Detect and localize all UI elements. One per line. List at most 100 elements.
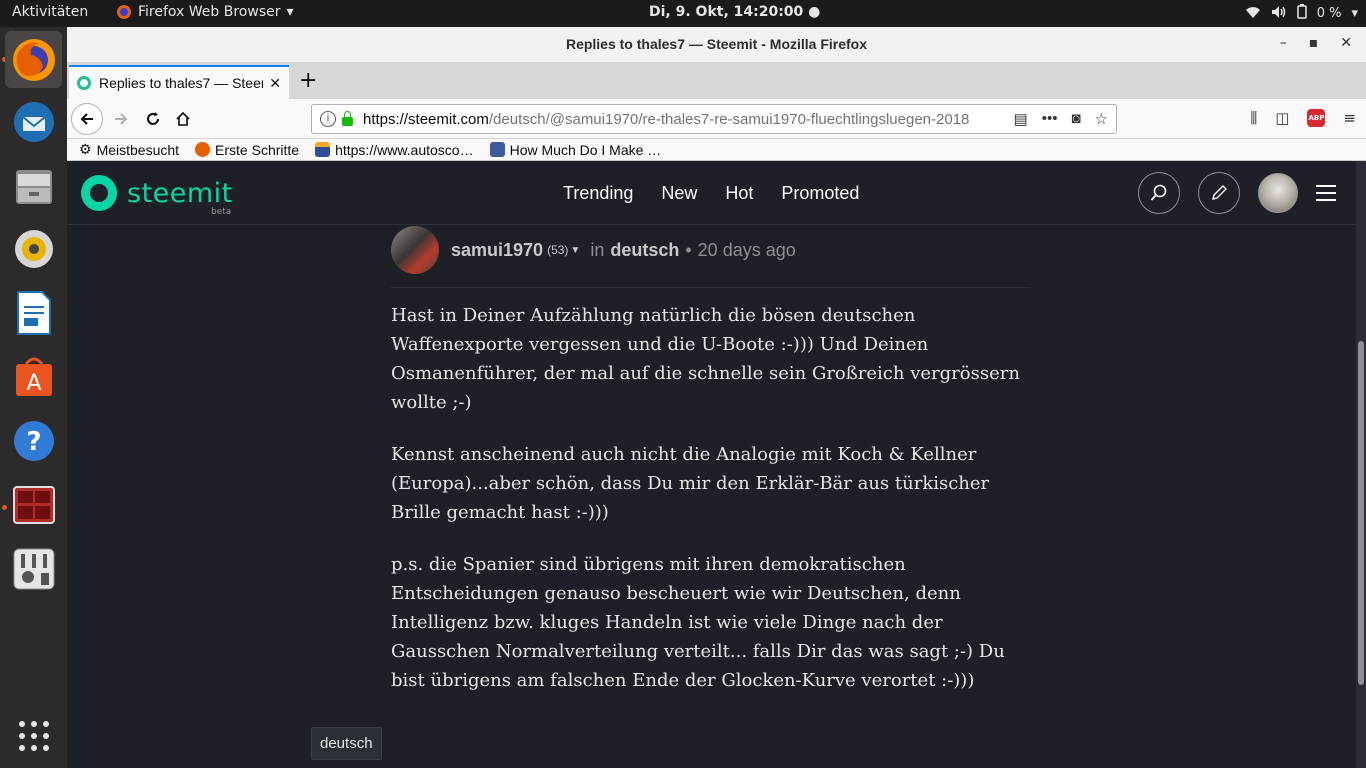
url-domain: https://steemit.com <box>363 110 489 128</box>
nav-hot[interactable]: Hot <box>725 183 753 204</box>
menu-hamburger-icon[interactable] <box>1316 185 1336 201</box>
bookmark-label: https://www.autosco… <box>335 141 474 158</box>
steemit-favicon-icon <box>77 76 91 90</box>
tag-deutsch[interactable]: deutsch <box>311 727 382 760</box>
post-paragraph: Kennst anscheinend auch nicht die Analog… <box>391 444 990 523</box>
battery-icon <box>1296 4 1307 23</box>
url-bar[interactable]: i https://steemit.com/deutsch/@samui1970… <box>311 104 1117 134</box>
firefox-window: Replies to thales7 — Steemit - Mozilla F… <box>67 27 1366 768</box>
adblock-plus-icon[interactable]: ABP <box>1307 109 1326 127</box>
author-name[interactable]: samui1970 <box>451 240 543 261</box>
reader-view-icon[interactable]: ▤ <box>1014 110 1028 128</box>
gear-icon: ⚙ <box>79 141 92 157</box>
firefox-icon <box>117 5 131 19</box>
post-paragraph: Hast in Deiner Aufzählung natürlich die … <box>391 305 1020 413</box>
search-icon <box>1150 184 1167 201</box>
steem-favicon-icon <box>489 142 505 157</box>
dock-rhythmbox[interactable] <box>5 220 62 277</box>
bookmark-label: Meistbesucht <box>96 141 180 158</box>
firefox-icon <box>195 142 211 157</box>
music-player-icon <box>14 229 53 268</box>
author-dropdown-caret-icon[interactable]: ▼ <box>570 245 580 256</box>
post-age[interactable]: 20 days ago <box>698 240 796 261</box>
pocket-icon[interactable]: ◙ <box>1071 110 1080 128</box>
file-manager-icon <box>15 169 52 204</box>
reload-button[interactable] <box>139 105 167 133</box>
dock-terminal[interactable] <box>5 476 62 533</box>
library-icon[interactable]: ⫼ <box>1250 109 1257 127</box>
site-info-icon[interactable]: i <box>320 111 336 127</box>
new-tab-button[interactable]: + <box>299 68 317 93</box>
steemit-logo[interactable]: steemit beta <box>81 175 233 217</box>
author-avatar[interactable] <box>391 226 439 274</box>
main-nav: Trending New Hot Promoted <box>563 183 859 204</box>
navigation-toolbar: i https://steemit.com/deutsch/@samui1970… <box>67 99 1366 139</box>
dock-software[interactable]: A <box>5 348 62 405</box>
maximize-button[interactable]: ▪ <box>1309 35 1319 51</box>
post-author-row: samui1970 (53) ▼ in deutsch • 20 days ag… <box>391 225 802 275</box>
home-button[interactable] <box>169 105 197 133</box>
dock-thunderbird[interactable] <box>5 93 62 150</box>
thunderbird-icon <box>13 101 54 142</box>
app-menu[interactable]: Firefox Web Browser ▾ <box>116 4 294 20</box>
gnome-top-bar: Aktivitäten Firefox Web Browser ▾ Di, 9.… <box>0 0 1366 27</box>
pencil-icon <box>1212 185 1227 200</box>
forward-button[interactable] <box>107 105 135 133</box>
user-avatar[interactable] <box>1258 173 1298 213</box>
bookmark-most-visited[interactable]: ⚙ Meistbesucht <box>79 141 179 158</box>
steemit-logo-text: steemit <box>127 177 233 209</box>
scrollbar-thumb[interactable] <box>1358 341 1364 685</box>
url-bar-actions: ▤ ••• ◙ ☆ <box>1014 110 1108 128</box>
bookmark-label: Erste Schritte <box>215 141 300 158</box>
window-controls: – ▪ ✕ <box>1280 35 1352 51</box>
dock-settings[interactable] <box>5 540 62 597</box>
beta-label: beta <box>211 207 232 217</box>
nav-trending[interactable]: Trending <box>563 183 633 204</box>
page-actions-icon[interactable]: ••• <box>1042 110 1058 128</box>
bookmark-label: How Much Do I Make … <box>509 141 662 158</box>
tab-replies[interactable]: Replies to thales7 — Steemit ✕ <box>69 65 289 99</box>
tab-title: Replies to thales7 — Steemit <box>99 75 264 91</box>
window-titlebar[interactable]: Replies to thales7 — Steemit - Mozilla F… <box>67 27 1366 63</box>
post-category[interactable]: deutsch <box>610 240 679 261</box>
sidebar-icon[interactable]: ◫ <box>1275 109 1289 127</box>
nav-new[interactable]: New <box>661 183 697 204</box>
svg-text:A: A <box>26 371 41 396</box>
dock-files[interactable] <box>5 157 62 214</box>
close-window-button[interactable]: ✕ <box>1340 35 1352 51</box>
show-applications-button[interactable] <box>5 707 62 764</box>
dock-firefox[interactable] <box>5 31 62 88</box>
menu-hamburger-icon[interactable]: ≡ <box>1343 109 1356 127</box>
post-paragraph: p.s. die Spanier sind übrigens mit ihren… <box>391 554 1005 691</box>
bookmark-star-icon[interactable]: ☆ <box>1095 110 1108 128</box>
header-actions <box>1138 172 1336 214</box>
bookmark-getting-started[interactable]: Erste Schritte <box>195 142 299 158</box>
write-post-button[interactable] <box>1198 172 1240 214</box>
url-text[interactable]: https://steemit.com/deutsch/@samui1970/r… <box>363 111 983 128</box>
bookmark-how-much[interactable]: How Much Do I Make … <box>489 141 662 158</box>
in-label: in <box>590 239 605 260</box>
autoscout-favicon-icon <box>315 142 331 157</box>
dock-help[interactable]: ? <box>5 412 62 469</box>
dock-writer[interactable] <box>5 284 62 341</box>
system-tray[interactable]: 0 % ▾ <box>1245 4 1358 23</box>
ubuntu-software-icon: A <box>15 357 52 396</box>
minimize-button[interactable]: – <box>1280 35 1287 51</box>
search-button[interactable] <box>1138 172 1180 214</box>
back-button[interactable] <box>71 103 103 135</box>
clock[interactable]: Di, 9. Okt, 14:20:00 ● <box>649 4 820 20</box>
app-grid-icon <box>18 720 49 751</box>
page-scrollbar[interactable] <box>1356 161 1366 768</box>
chevron-down-icon: ▾ <box>286 4 294 20</box>
secure-lock-icon <box>342 110 353 126</box>
battery-percent: 0 % <box>1316 6 1342 21</box>
activities-button[interactable]: Aktivitäten <box>12 4 88 20</box>
post-body: Hast in Deiner Aufzählung natürlich die … <box>391 301 1031 718</box>
nav-promoted[interactable]: Promoted <box>781 183 859 204</box>
toolbar-right: ⫼ ◫ ABP ≡ <box>1250 109 1356 127</box>
ubuntu-dock: A ? <box>0 27 67 768</box>
tab-close-icon[interactable]: ✕ <box>269 75 281 92</box>
arrow-right-icon <box>115 113 128 125</box>
wifi-icon <box>1245 5 1261 23</box>
bookmark-autoscout[interactable]: https://www.autosco… <box>315 142 474 158</box>
